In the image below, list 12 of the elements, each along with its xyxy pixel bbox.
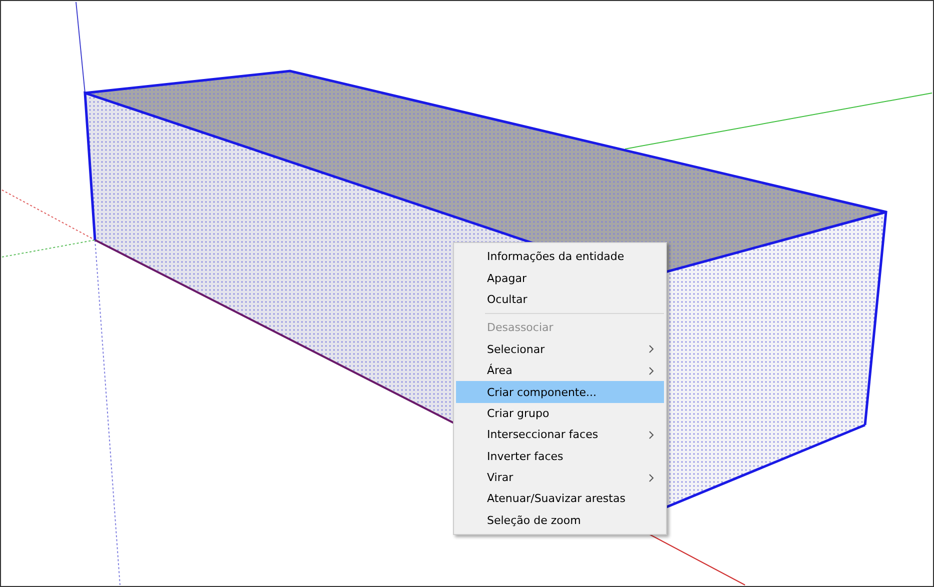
menu-item[interactable]: Virar xyxy=(456,466,664,488)
menu-item[interactable]: Criar componente... xyxy=(456,381,664,403)
menu-item[interactable]: Ocultar xyxy=(456,288,664,310)
menu-item[interactable]: Área xyxy=(456,360,664,382)
menu-item[interactable]: Criar grupo xyxy=(456,402,664,424)
menu-item[interactable]: Atenuar/Suavizar arestas xyxy=(456,488,664,510)
menu-item[interactable]: Apagar xyxy=(456,267,664,289)
menu-item[interactable]: Interseccionar faces xyxy=(456,424,664,446)
menu-item[interactable]: Inverter faces xyxy=(456,446,664,467)
menu-item[interactable]: Selecionar xyxy=(456,338,664,360)
menu-item[interactable]: Seleção de zoom xyxy=(456,510,664,532)
menu-item[interactable]: Informações da entidade xyxy=(456,246,664,268)
